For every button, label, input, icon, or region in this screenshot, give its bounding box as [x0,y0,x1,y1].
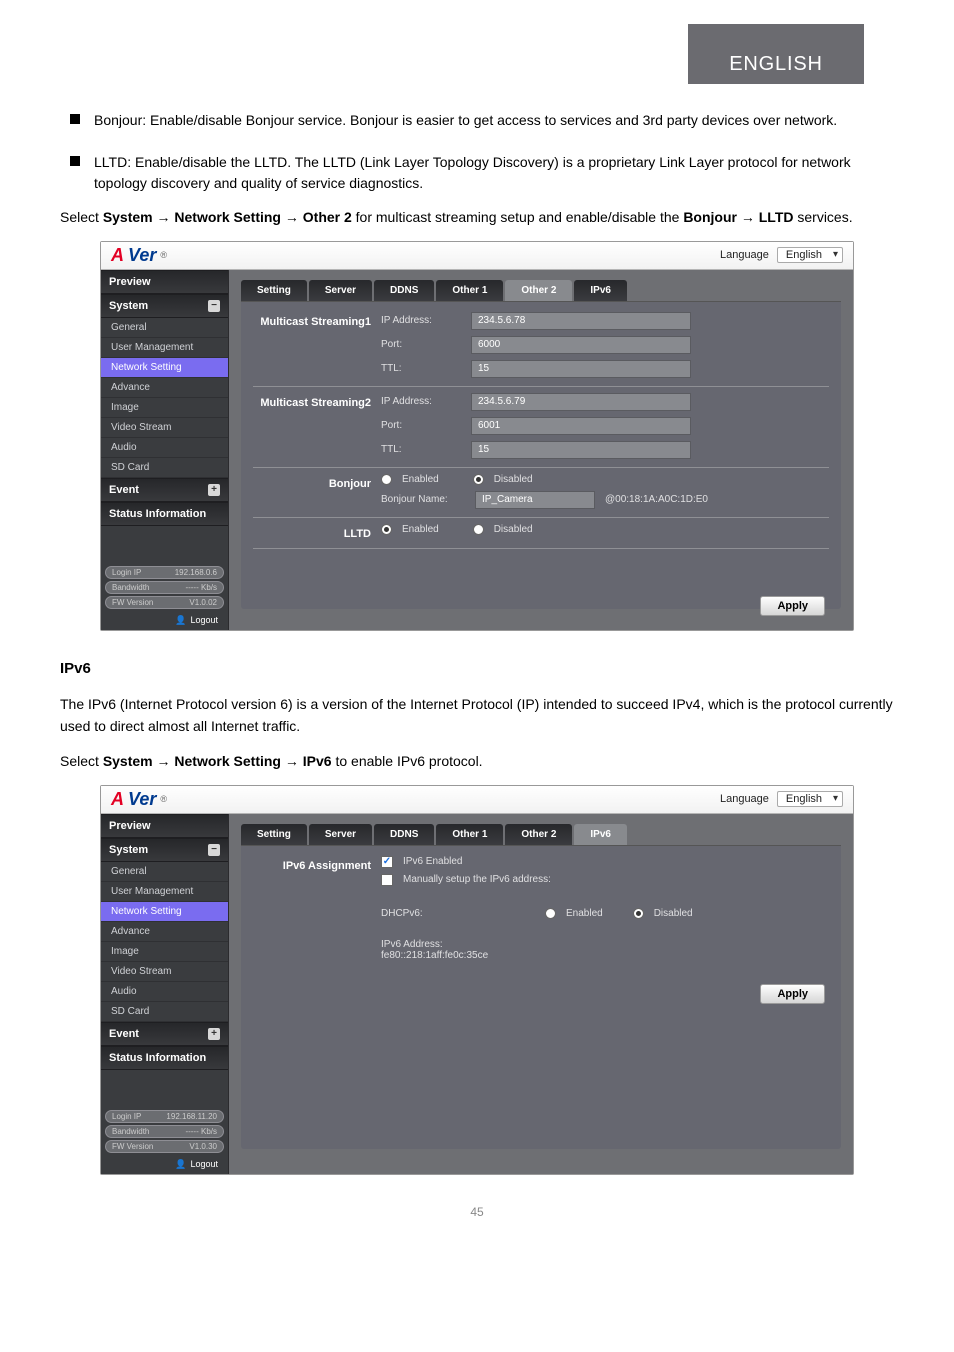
bullet-square-icon [70,156,80,166]
bonjour-title: Bonjour [253,474,381,509]
sidebar-item-sd-card[interactable]: SD Card [101,1002,228,1022]
bandwidth-pill: Bandwidth----- Kb/s [105,581,224,594]
language-select[interactable]: English [777,791,843,807]
minus-icon[interactable]: − [208,300,220,312]
plus-icon[interactable]: + [208,1028,220,1040]
bonjour-name-input[interactable]: IP_Camera [475,491,595,509]
minus-icon[interactable]: − [208,844,220,856]
sidebar-item-user-management[interactable]: User Management [101,882,228,902]
bonjour-enabled-radio[interactable] [381,474,392,485]
ipv6-manual-checkbox[interactable] [381,874,393,886]
sidebar-item-network-setting[interactable]: Network Setting [101,358,228,378]
sidebar: Preview System− General User Management … [101,814,229,1174]
ms1-ttl-input[interactable]: 15 [471,360,691,378]
ms2-ttl-input[interactable]: 15 [471,441,691,459]
ipv6-select-path: Select System → Network Setting → IPv6 t… [60,751,894,773]
other2-select-path: Select System → Network Setting → Other … [60,207,894,229]
user-icon: 👤 [175,615,186,626]
fwversion-pill: FW VersionV1.0.30 [105,1140,224,1153]
logout-link[interactable]: 👤Logout [105,1155,224,1174]
sidebar-item-image[interactable]: Image [101,398,228,418]
tab-other2[interactable]: Other 2 [505,824,572,845]
ipv6-assign-title: IPv6 Assignment [253,856,381,961]
sidebar-preview[interactable]: Preview [101,270,228,294]
login-ip-pill: Login IP192.168.11.20 [105,1110,224,1123]
sidebar-status[interactable]: Status Information [101,1046,228,1070]
tab-setting[interactable]: Setting [241,824,307,845]
sidebar-item-video-stream[interactable]: Video Stream [101,418,228,438]
login-ip-pill: Login IP192.168.0.6 [105,566,224,579]
tab-ipv6[interactable]: IPv6 [574,824,627,845]
ipv6-address-value: fe80::218:1aff:fe0c:35ce [381,950,488,961]
sidebar-system[interactable]: System− [101,838,228,862]
tab-other1[interactable]: Other 1 [436,280,503,301]
language-tab-label: ENGLISH [729,53,822,76]
ms1-ip-input[interactable]: 234.5.6.78 [471,312,691,330]
bullet-square-icon [70,114,80,124]
language-label: Language [720,249,769,261]
sidebar-item-general[interactable]: General [101,862,228,882]
tab-ddns[interactable]: DDNS [374,824,434,845]
sidebar-item-audio[interactable]: Audio [101,982,228,1002]
lltd-disabled-radio[interactable] [473,524,484,535]
sidebar-item-video-stream[interactable]: Video Stream [101,962,228,982]
bullet-lltd: LLTD: Enable/disable the LLTD. The LLTD … [94,152,894,193]
bonjour-suffix: @00:18:1A:A0C:1D:E0 [605,494,708,505]
sidebar-status[interactable]: Status Information [101,502,228,526]
lltd-title: LLTD [253,524,381,540]
sidebar-event[interactable]: Event+ [101,478,228,502]
sidebar-preview[interactable]: Preview [101,814,228,838]
tab-server[interactable]: Server [309,824,372,845]
apply-button[interactable]: Apply [760,596,825,616]
content-area: Setting Server DDNS Other 1 Other 2 IPv6… [229,270,853,630]
sidebar-item-network-setting[interactable]: Network Setting [101,902,228,922]
plus-icon[interactable]: + [208,484,220,496]
dhcpv6-disabled-radio[interactable] [633,908,644,919]
ms2-title: Multicast Streaming2 [253,393,381,459]
apply-button[interactable]: Apply [760,984,825,1004]
aver-logo: AVer® [111,245,167,266]
tab-ddns[interactable]: DDNS [374,280,434,301]
content-area: Setting Server DDNS Other 1 Other 2 IPv6… [229,814,853,1174]
language-tab: ENGLISH [688,24,864,84]
tab-other2[interactable]: Other 2 [505,280,572,301]
language-label: Language [720,793,769,805]
tab-other1[interactable]: Other 1 [436,824,503,845]
sidebar-item-user-management[interactable]: User Management [101,338,228,358]
ms1-title: Multicast Streaming1 [253,312,381,378]
ipv6-heading: IPv6 [60,657,894,680]
tab-setting[interactable]: Setting [241,280,307,301]
lltd-enabled-radio[interactable] [381,524,392,535]
ipv6-description: The IPv6 (Internet Protocol version 6) i… [60,694,894,737]
screenshot-other2: AVer® Language English Preview System− G… [100,241,854,631]
sidebar-item-advance[interactable]: Advance [101,922,228,942]
bonjour-disabled-radio[interactable] [473,474,484,485]
logout-link[interactable]: 👤Logout [105,611,224,630]
language-select[interactable]: English [777,247,843,263]
tab-ipv6[interactable]: IPv6 [574,280,627,301]
sidebar-system[interactable]: System− [101,294,228,318]
page-number: 45 [60,1205,894,1219]
sidebar-event[interactable]: Event+ [101,1022,228,1046]
user-icon: 👤 [175,1159,186,1170]
sidebar-item-general[interactable]: General [101,318,228,338]
ms2-ip-input[interactable]: 234.5.6.79 [471,393,691,411]
bandwidth-pill: Bandwidth----- Kb/s [105,1125,224,1138]
sidebar-item-sd-card[interactable]: SD Card [101,458,228,478]
sidebar-item-advance[interactable]: Advance [101,378,228,398]
sidebar: Preview System− General User Management … [101,270,229,630]
sidebar-item-image[interactable]: Image [101,942,228,962]
screenshot-ipv6: AVer® Language English Preview System− G… [100,785,854,1175]
tab-server[interactable]: Server [309,280,372,301]
fwversion-pill: FW VersionV1.0.02 [105,596,224,609]
ms2-port-input[interactable]: 6001 [471,417,691,435]
bullet-bonjour: Bonjour: Enable/disable Bonjour service.… [94,110,837,130]
ipv6-enabled-checkbox[interactable]: ✓ [381,856,393,868]
dhcpv6-enabled-radio[interactable] [545,908,556,919]
sidebar-item-audio[interactable]: Audio [101,438,228,458]
aver-logo: AVer® [111,789,167,810]
ms1-port-input[interactable]: 6000 [471,336,691,354]
